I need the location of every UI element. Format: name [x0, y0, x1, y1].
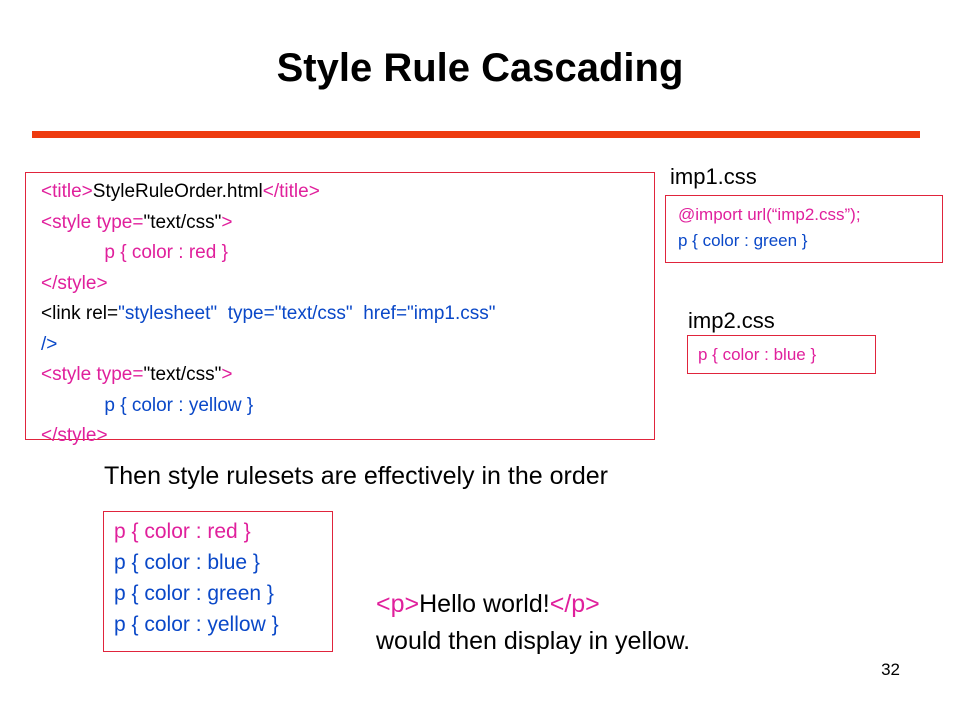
order-rule-green: p { color : green }	[114, 582, 274, 605]
p-open-tag: <p>	[376, 590, 420, 618]
imp2-code-box: p { color : blue }	[687, 335, 876, 374]
style-type-value: "text/css"	[143, 211, 222, 233]
code-line-5: <link rel="stylesheet" type="text/css" h…	[41, 299, 654, 330]
title-text: StyleRuleOrder.html	[92, 181, 263, 202]
code-line-2: <style type="text/css">	[41, 208, 654, 239]
link-href-attr: href=	[352, 303, 408, 324]
code-line-9: </style>	[41, 425, 108, 446]
link-type-attr: type=	[217, 303, 275, 324]
title-open-tag: <title>	[41, 181, 93, 202]
imp1-green-rule: p { color : green }	[678, 231, 808, 250]
red-rule: p { color : red }	[104, 242, 228, 263]
imp1-import-line: @import url(“imp2.css”);	[678, 205, 861, 224]
imp2-label: imp2.css	[688, 308, 775, 333]
imp1-label: imp1.css	[670, 164, 757, 189]
main-code-box: <title>StyleRuleOrder.html</title> <style…	[25, 172, 655, 446]
hello-line: <p>Hello world!</p>	[376, 586, 690, 623]
code-line-4: </style>	[41, 272, 108, 294]
code-line-7: <style type="text/css">	[41, 360, 654, 391]
title-close-tag: </title>	[262, 181, 320, 202]
style-type-value-2: "text/css"	[143, 364, 222, 385]
style-open-tag: <style type=	[41, 211, 144, 233]
link-href-value: "imp1.css"	[407, 303, 496, 324]
conclusion-line: would then display in yellow.	[376, 627, 691, 655]
order-sentence: Then style rulesets are effectively in t…	[104, 462, 608, 490]
slide-title: Style Rule Cascading	[276, 46, 684, 90]
order-rule-yellow: p { color : yellow }	[114, 613, 279, 636]
p-close-tag: </p>	[549, 590, 600, 618]
imp2-blue-rule: p { color : blue }	[698, 345, 817, 364]
hello-conclusion: <p>Hello world!</p> would then display i…	[376, 586, 690, 660]
link-open-tag: <link rel=	[41, 303, 119, 324]
link-type-value: "text/css"	[274, 303, 353, 324]
code-line-3: p { color : red }	[41, 238, 654, 269]
order-rule-red: p { color : red }	[114, 520, 251, 543]
imp1-code-box: @import url(“imp2.css”); p { color : gre…	[665, 195, 943, 263]
yellow-rule: p { color : yellow }	[104, 394, 254, 416]
style-open-tag-2: <style type=	[41, 364, 144, 385]
page-number: 32	[881, 660, 900, 679]
order-code-box: p { color : red } p { color : blue } p {…	[103, 511, 333, 652]
link-rel-value: "stylesheet"	[118, 303, 218, 324]
indent-2	[41, 395, 104, 416]
code-line-8: p { color : yellow }	[41, 391, 654, 422]
style-open-end-2: >	[221, 364, 233, 385]
hello-text: Hello world!	[419, 590, 550, 618]
title-divider	[32, 131, 920, 138]
style-open-end: >	[221, 211, 233, 233]
order-rule-blue: p { color : blue }	[114, 551, 260, 574]
code-line-6: />	[41, 333, 58, 355]
code-line-1: <title>StyleRuleOrder.html</title>	[41, 177, 654, 208]
